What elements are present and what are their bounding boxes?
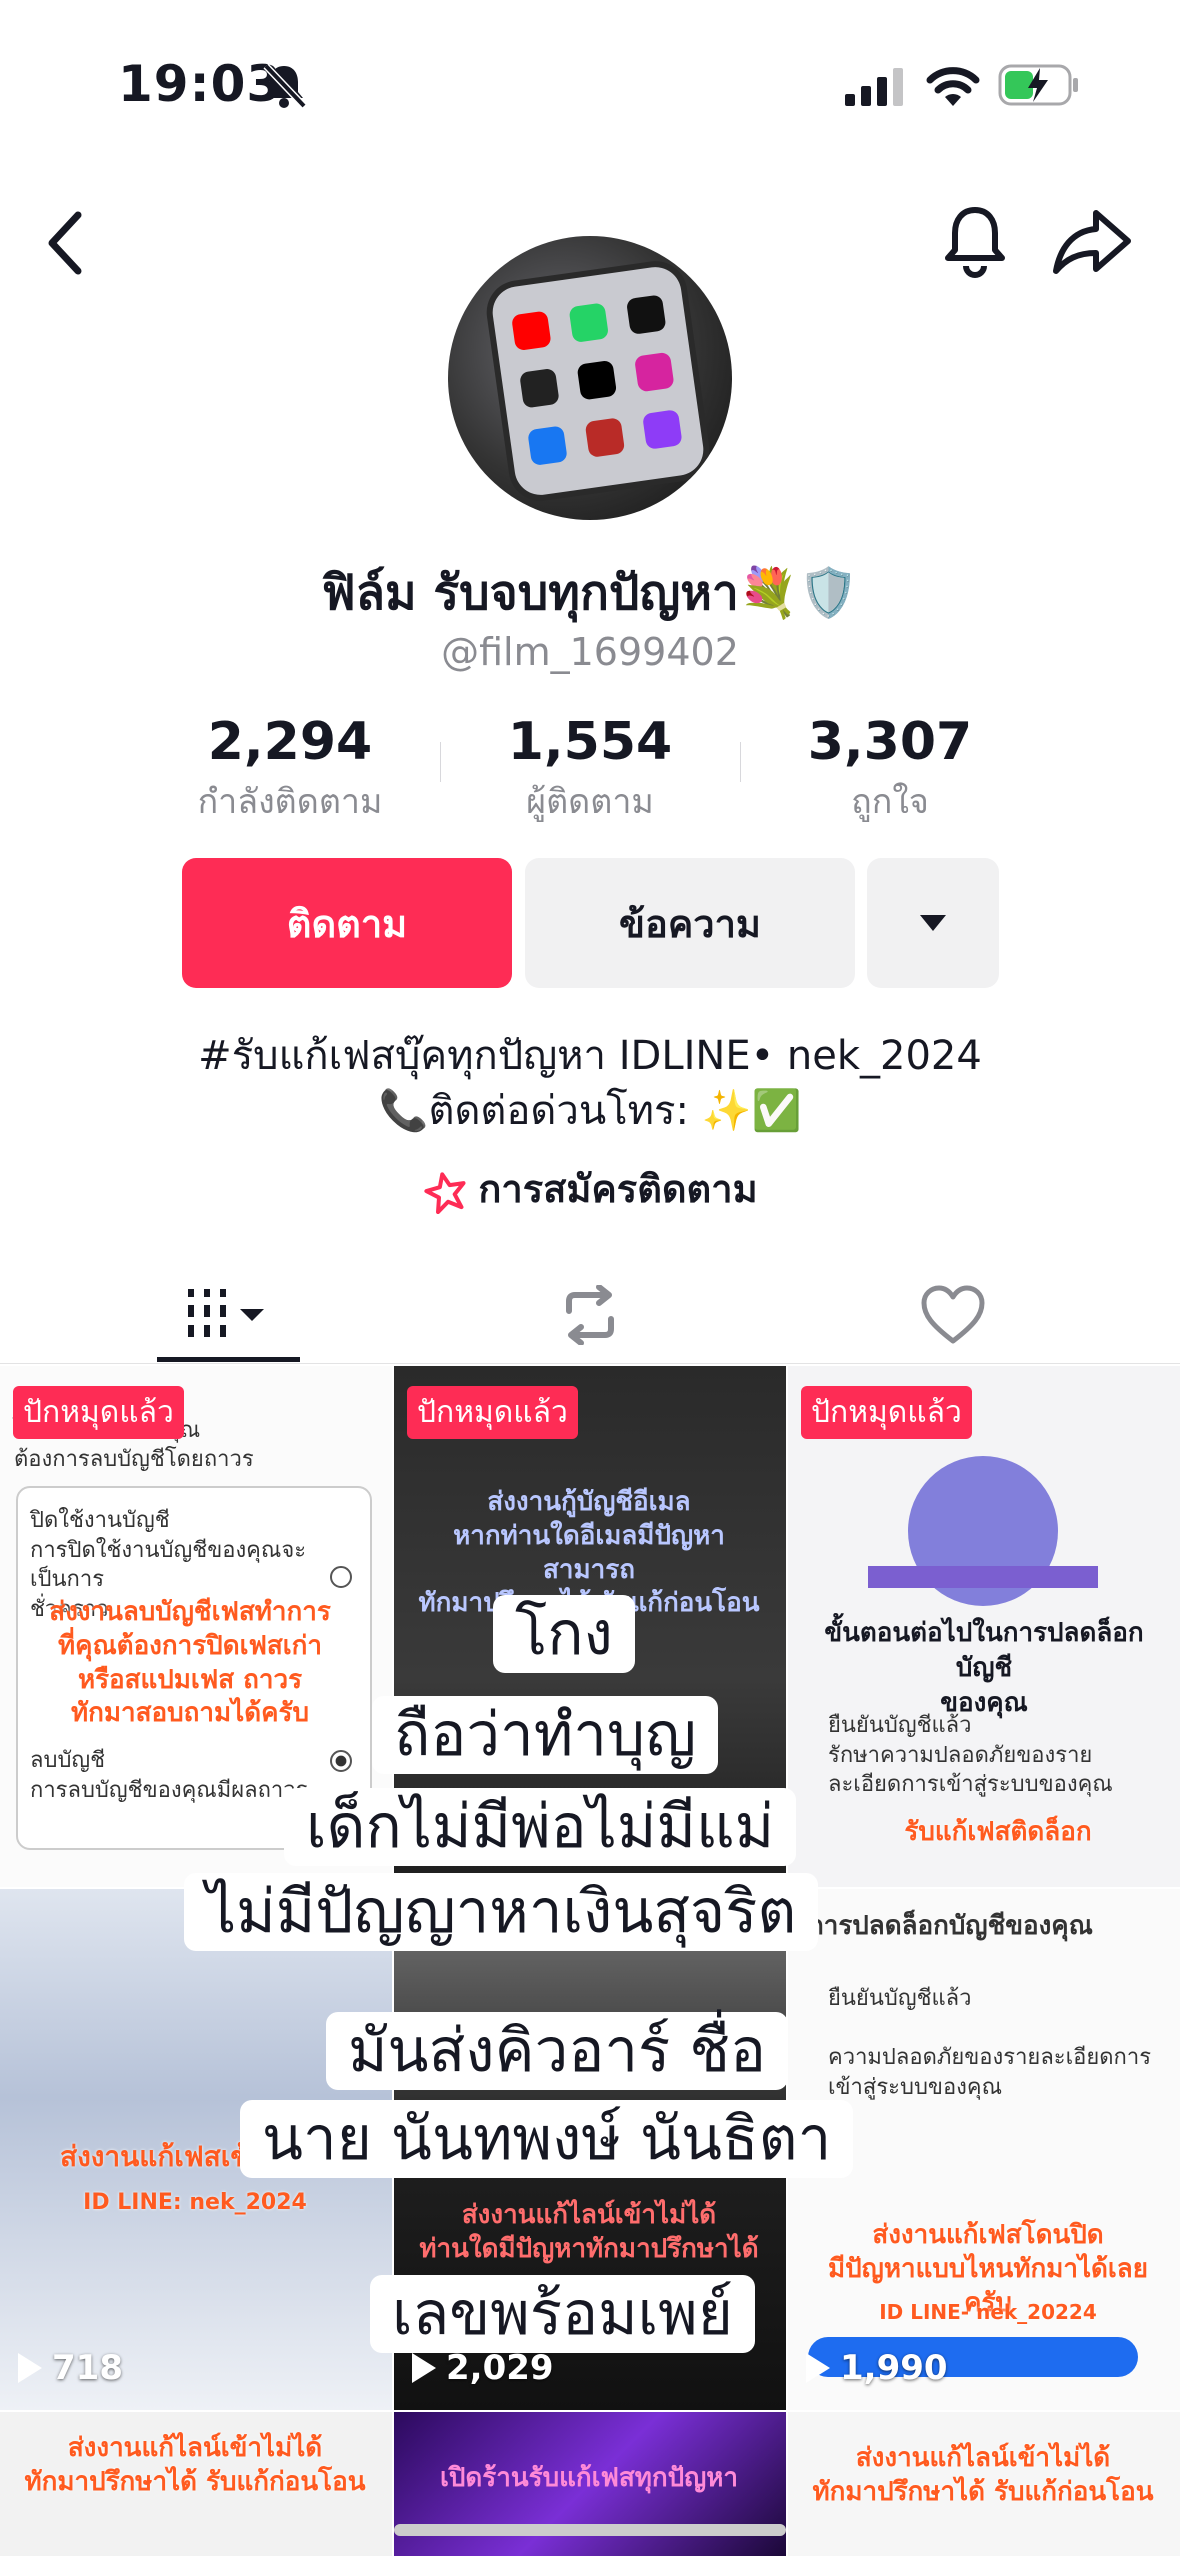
- battery-charging-icon: [998, 64, 1078, 106]
- video-grid: บัญชี Facebookได้ชั่วคราว หากคุณต้องการล…: [0, 1366, 1180, 2556]
- play-icon: [18, 2353, 42, 2383]
- pinned-badge: ปักหมุดแล้ว: [407, 1386, 578, 1439]
- overlay-caption-line: มันส่งคิวอาร์ ชื่อ: [326, 2012, 789, 2090]
- stat-following[interactable]: 2,294 กำลังติดตาม: [140, 712, 440, 828]
- tabs-divider: [0, 1363, 1180, 1364]
- suggested-accounts-button[interactable]: [867, 858, 999, 988]
- repost-icon: [565, 1285, 614, 1345]
- stat-following-label: กำลังติดตาม: [197, 782, 383, 822]
- heart-outline-icon: [921, 1285, 984, 1344]
- view-count: 1,990: [806, 2348, 948, 2388]
- play-icon: [806, 2353, 830, 2383]
- stat-likes-value: 3,307: [807, 712, 973, 772]
- stat-followers-label: ผู้ติดตาม: [526, 782, 654, 822]
- follow-button[interactable]: ติดตาม: [182, 858, 512, 988]
- home-indicator: [394, 2524, 786, 2536]
- display-name: ฟิล์ม รับจบทุกปัญหา💐🛡️: [321, 565, 859, 621]
- subscription-link[interactable]: การสมัครติดตาม: [0, 1158, 1180, 1219]
- overlay-caption-line: เด็กไม่มีพ่อไม่มีแม่: [284, 1788, 797, 1866]
- overlay-caption-line: ไม่มีปัญญาหาเงินสุจริต: [184, 1873, 819, 1951]
- star-outline-icon: [424, 1171, 466, 1214]
- username: @film_1699402: [441, 630, 739, 674]
- stat-likes-label: ถูกใจ: [851, 782, 929, 822]
- play-icon: [412, 2353, 436, 2383]
- active-tab-indicator: [157, 1357, 300, 1362]
- share-arrow-icon[interactable]: [1052, 207, 1132, 277]
- stat-likes[interactable]: 3,307 ถูกใจ: [740, 712, 1040, 828]
- view-count: 718: [18, 2348, 123, 2388]
- message-button[interactable]: ข้อความ: [525, 858, 855, 988]
- tab-liked[interactable]: [756, 1270, 1149, 1360]
- pinned-badge: ปักหมุดแล้ว: [13, 1386, 184, 1439]
- pinned-badge: ปักหมุดแล้ว: [801, 1386, 972, 1439]
- subscription-label: การสมัครติดตาม: [478, 1167, 758, 1211]
- caret-down-icon: [920, 915, 946, 931]
- back-arrow-icon[interactable]: [40, 205, 96, 281]
- overlay-caption-line: เลขพร้อมเพย์: [370, 2275, 755, 2353]
- video-thumbnail[interactable]: ขั้นตอนต่อไปในการปลดล็อกบัญชี ของคุณ ยืนย…: [788, 1366, 1180, 1887]
- stat-followers-value: 1,554: [507, 712, 673, 772]
- overlay-caption-line: โกง: [493, 1595, 635, 1673]
- tab-videos[interactable]: [30, 1270, 423, 1360]
- wifi-icon: [926, 67, 980, 106]
- cellular-signal-icon: [845, 68, 903, 106]
- bio-line-2: 📞ติดต่อด่วนโทร: ✨✅: [378, 1088, 802, 1134]
- silent-mode-icon: [263, 63, 307, 109]
- overlay-caption-line: นาย นันทพงษ์ นันธิตา: [240, 2100, 854, 2178]
- profile-avatar[interactable]: [448, 236, 732, 520]
- tab-reposts[interactable]: [393, 1270, 786, 1360]
- overlay-caption-line: ถือว่าทำบุญ: [372, 1696, 719, 1774]
- stat-following-value: 2,294: [207, 712, 373, 772]
- video-thumbnail[interactable]: ส่งงานแก้ไลน์เข้าไม่ได้ ทักมาปรึกษาได้ รั…: [0, 2412, 392, 2556]
- video-grid-icon: [187, 1289, 264, 1337]
- video-thumbnail[interactable]: ส่งงานแก้ไลน์เข้าไม่ได้ ทักมาปรึกษาได้ รั…: [788, 2412, 1180, 2556]
- notification-bell-icon[interactable]: [940, 200, 1010, 280]
- stat-followers[interactable]: 1,554 ผู้ติดตาม: [440, 712, 740, 828]
- view-count: 2,029: [412, 2348, 554, 2388]
